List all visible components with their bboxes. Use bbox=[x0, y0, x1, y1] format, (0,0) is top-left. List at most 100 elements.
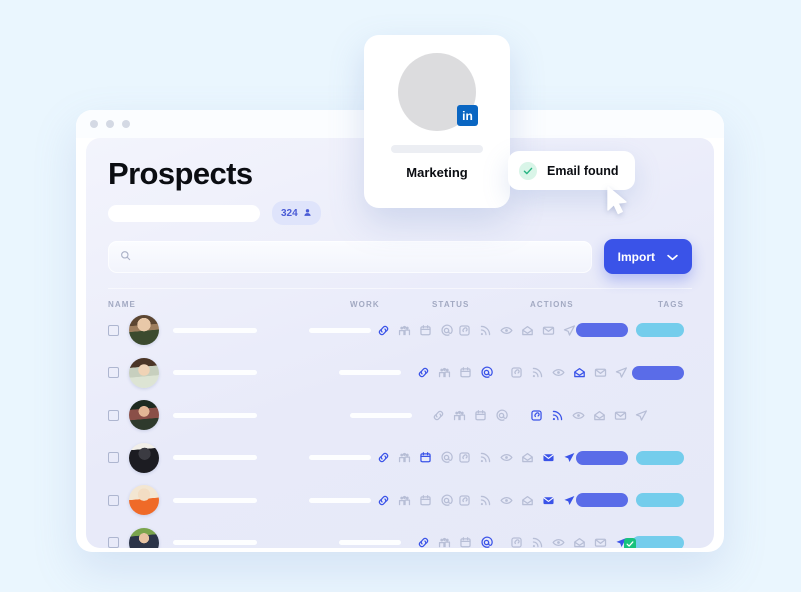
calendar-icon[interactable] bbox=[419, 494, 432, 507]
note-icon[interactable] bbox=[510, 536, 523, 548]
eye-icon[interactable] bbox=[572, 409, 585, 422]
envelope-icon[interactable] bbox=[542, 324, 555, 337]
table-row[interactable] bbox=[108, 394, 692, 437]
note-icon[interactable] bbox=[510, 366, 523, 379]
cell-actions bbox=[458, 324, 576, 337]
avatar-outdoor-man[interactable] bbox=[129, 527, 159, 548]
link-icon[interactable] bbox=[432, 409, 445, 422]
table-row[interactable] bbox=[108, 309, 692, 352]
open-envelope-icon[interactable] bbox=[521, 324, 534, 337]
avatar-cap-person[interactable] bbox=[129, 400, 159, 431]
open-envelope-icon[interactable] bbox=[573, 366, 586, 379]
at-icon[interactable] bbox=[480, 366, 493, 379]
tag-pill[interactable] bbox=[636, 323, 684, 338]
cell-actions bbox=[510, 366, 632, 379]
avatar-dark-profile[interactable] bbox=[129, 442, 159, 473]
eye-icon[interactable] bbox=[552, 536, 565, 548]
cell-tags bbox=[632, 365, 692, 380]
tag-pill[interactable] bbox=[576, 493, 628, 508]
envelope-icon[interactable] bbox=[542, 451, 555, 464]
eye-icon[interactable] bbox=[500, 324, 513, 337]
row-checkbox[interactable] bbox=[108, 409, 119, 421]
envelope-icon[interactable] bbox=[542, 494, 555, 507]
people-icon[interactable] bbox=[398, 451, 411, 464]
note-icon[interactable] bbox=[530, 409, 543, 422]
tag-pill[interactable] bbox=[632, 535, 685, 548]
column-header-name: NAME bbox=[108, 300, 136, 309]
note-icon[interactable] bbox=[458, 494, 471, 507]
link-icon[interactable] bbox=[417, 366, 430, 379]
row-checkbox[interactable] bbox=[108, 537, 119, 548]
cell-actions bbox=[510, 536, 637, 548]
at-icon[interactable] bbox=[440, 324, 453, 337]
open-envelope-icon[interactable] bbox=[573, 536, 586, 548]
send-icon[interactable] bbox=[563, 451, 576, 464]
at-icon[interactable] bbox=[440, 494, 453, 507]
send-icon[interactable] bbox=[635, 409, 648, 422]
window-minimize-dot[interactable] bbox=[106, 120, 114, 128]
calendar-icon[interactable] bbox=[419, 451, 432, 464]
eye-icon[interactable] bbox=[500, 451, 513, 464]
table-row[interactable] bbox=[108, 479, 692, 522]
send-icon[interactable] bbox=[615, 366, 628, 379]
tag-pill[interactable] bbox=[576, 450, 628, 465]
rss-icon[interactable] bbox=[551, 409, 564, 422]
link-icon[interactable] bbox=[377, 451, 390, 464]
people-icon[interactable] bbox=[438, 536, 451, 548]
at-icon[interactable] bbox=[480, 536, 493, 548]
row-checkbox[interactable] bbox=[108, 324, 119, 336]
note-icon[interactable] bbox=[458, 451, 471, 464]
envelope-icon[interactable] bbox=[594, 536, 607, 548]
people-icon[interactable] bbox=[438, 366, 451, 379]
work-skeleton bbox=[350, 412, 412, 418]
window-maximize-dot[interactable] bbox=[122, 120, 130, 128]
table-row[interactable] bbox=[108, 437, 692, 480]
people-icon[interactable] bbox=[398, 494, 411, 507]
open-envelope-icon[interactable] bbox=[521, 494, 534, 507]
calendar-icon[interactable] bbox=[419, 324, 432, 337]
import-button[interactable]: Import bbox=[603, 239, 692, 274]
tag-pill[interactable] bbox=[636, 450, 684, 465]
tag-pill[interactable] bbox=[636, 493, 684, 508]
linkedin-icon[interactable]: in bbox=[457, 105, 478, 126]
open-envelope-icon[interactable] bbox=[521, 451, 534, 464]
row-checkbox[interactable] bbox=[108, 452, 119, 464]
people-icon[interactable] bbox=[453, 409, 466, 422]
row-checkbox[interactable] bbox=[108, 494, 119, 506]
rss-icon[interactable] bbox=[479, 451, 492, 464]
people-icon[interactable] bbox=[398, 324, 411, 337]
name-skeleton bbox=[173, 455, 257, 461]
rss-icon[interactable] bbox=[531, 536, 544, 548]
count-badge[interactable]: 324 bbox=[272, 201, 321, 225]
note-icon[interactable] bbox=[458, 324, 471, 337]
window-close-dot[interactable] bbox=[90, 120, 98, 128]
tag-pill[interactable] bbox=[576, 323, 628, 338]
at-icon[interactable] bbox=[440, 451, 453, 464]
table-row[interactable] bbox=[108, 352, 692, 395]
at-icon[interactable] bbox=[495, 409, 508, 422]
send-icon[interactable] bbox=[563, 494, 576, 507]
avatar-curly-woman[interactable] bbox=[129, 357, 159, 388]
envelope-icon[interactable] bbox=[594, 366, 607, 379]
link-icon[interactable] bbox=[377, 324, 390, 337]
search-box[interactable] bbox=[108, 240, 592, 273]
rss-icon[interactable] bbox=[479, 494, 492, 507]
calendar-icon[interactable] bbox=[459, 536, 472, 548]
search-input[interactable] bbox=[138, 251, 580, 262]
tag-pill[interactable] bbox=[632, 365, 685, 380]
link-icon[interactable] bbox=[417, 536, 430, 548]
calendar-icon[interactable] bbox=[474, 409, 487, 422]
avatar-orange-shirt[interactable] bbox=[129, 485, 159, 516]
calendar-icon[interactable] bbox=[459, 366, 472, 379]
eye-icon[interactable] bbox=[552, 366, 565, 379]
avatar-bearded-man[interactable] bbox=[129, 315, 159, 346]
table-row[interactable] bbox=[108, 522, 692, 548]
rss-icon[interactable] bbox=[479, 324, 492, 337]
row-checkbox[interactable] bbox=[108, 367, 119, 379]
rss-icon[interactable] bbox=[531, 366, 544, 379]
open-envelope-icon[interactable] bbox=[593, 409, 606, 422]
send-icon[interactable] bbox=[563, 324, 576, 337]
envelope-icon[interactable] bbox=[614, 409, 627, 422]
link-icon[interactable] bbox=[377, 494, 390, 507]
eye-icon[interactable] bbox=[500, 494, 513, 507]
